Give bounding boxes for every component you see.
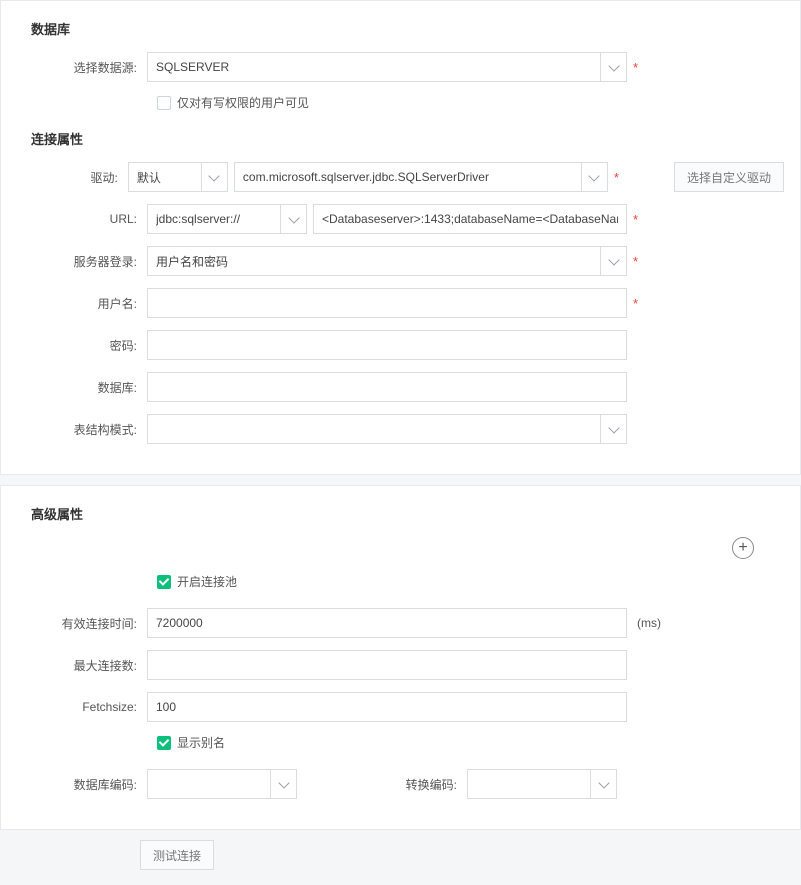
url-input[interactable] [313, 204, 627, 234]
chevron-down-icon [600, 415, 626, 443]
write-perm-label: 仅对有写权限的用户可见 [177, 94, 309, 111]
schema-select[interactable] [147, 414, 627, 444]
convert-encoding-label: 转换编码: [297, 776, 467, 793]
database-section-title: 数据库 [31, 19, 784, 38]
show-alias-checkbox[interactable] [157, 736, 171, 750]
url-prefix-value: jdbc:sqlserver:// [156, 212, 280, 226]
chevron-down-icon [280, 205, 306, 233]
database-input[interactable] [147, 372, 627, 402]
fetchsize-label: Fetchsize: [17, 700, 147, 714]
driver-mode-select[interactable]: 默认 [128, 162, 228, 192]
server-login-label: 服务器登录: [17, 253, 147, 270]
password-input[interactable] [147, 330, 627, 360]
fetchsize-input[interactable] [147, 692, 627, 722]
datasource-select-value: SQLSERVER [156, 60, 600, 74]
max-conn-input[interactable] [147, 650, 627, 680]
username-label: 用户名: [17, 295, 147, 312]
write-perm-checkbox[interactable] [157, 96, 171, 110]
required-star: * [633, 60, 645, 75]
chevron-down-icon [600, 53, 626, 81]
datasource-select[interactable]: SQLSERVER [147, 52, 627, 82]
show-alias-label: 显示别名 [177, 734, 225, 751]
chevron-down-icon [270, 770, 296, 798]
connect-section-title: 连接属性 [31, 129, 784, 148]
required-star: * [633, 212, 645, 227]
chevron-down-icon [590, 770, 616, 798]
password-label: 密码: [17, 337, 147, 354]
max-conn-label: 最大连接数: [17, 657, 147, 674]
chevron-down-icon [600, 247, 626, 275]
chevron-down-icon [581, 163, 607, 191]
valid-conn-time-input[interactable] [147, 608, 627, 638]
valid-conn-time-label: 有效连接时间: [17, 615, 147, 632]
driver-mode-value: 默认 [137, 169, 201, 186]
enable-pool-checkbox[interactable] [157, 575, 171, 589]
enable-pool-label: 开启连接池 [177, 573, 237, 590]
required-star: * [633, 296, 645, 311]
url-prefix-select[interactable]: jdbc:sqlserver:// [147, 204, 307, 234]
valid-conn-time-unit: (ms) [637, 616, 661, 630]
database-label: 数据库: [17, 379, 147, 396]
chevron-down-icon [201, 163, 227, 191]
driver-class-select[interactable]: com.microsoft.sqlserver.jdbc.SQLServerDr… [234, 162, 608, 192]
advanced-section-title: 高级属性 [31, 504, 784, 523]
required-star: * [633, 254, 645, 269]
server-login-select[interactable]: 用户名和密码 [147, 246, 627, 276]
test-connection-button[interactable]: 测试连接 [140, 840, 214, 870]
add-icon[interactable] [732, 537, 754, 559]
url-label: URL: [17, 212, 147, 226]
db-encoding-select[interactable] [147, 769, 297, 799]
custom-driver-button[interactable]: 选择自定义驱动 [674, 162, 784, 192]
driver-class-value: com.microsoft.sqlserver.jdbc.SQLServerDr… [243, 170, 581, 184]
required-star: * [614, 170, 624, 185]
username-input[interactable] [147, 288, 627, 318]
schema-label: 表结构模式: [17, 421, 147, 438]
driver-label: 驱动: [17, 169, 128, 186]
convert-encoding-select[interactable] [467, 769, 617, 799]
datasource-label: 选择数据源: [17, 59, 147, 76]
db-encoding-label: 数据库编码: [17, 776, 147, 793]
server-login-value: 用户名和密码 [156, 253, 600, 270]
